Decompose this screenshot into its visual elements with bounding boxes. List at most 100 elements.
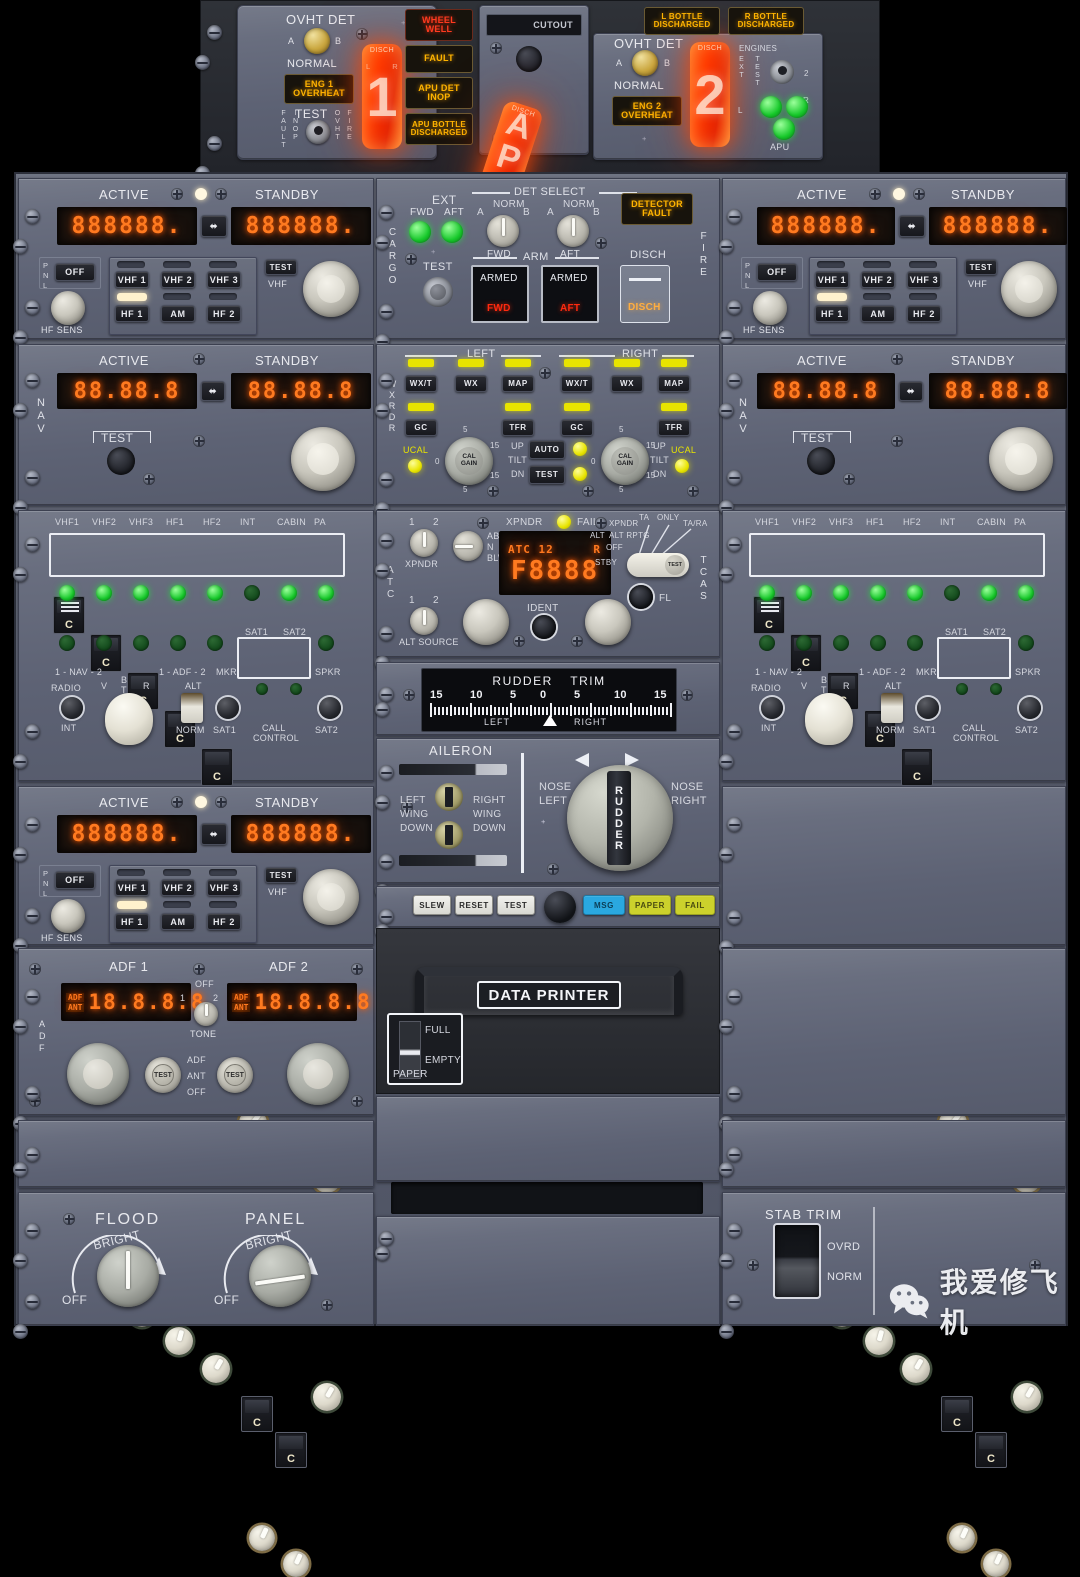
mic-selector-vhf1[interactable]: C: [753, 596, 785, 634]
aileron-trim-switch-2[interactable]: [435, 821, 463, 849]
audio-volume-knob-row2-4[interactable]: [902, 1355, 930, 1383]
vhf3-button[interactable]: VHF 3: [907, 271, 941, 288]
nav-tuning-knob-inner[interactable]: [1005, 443, 1037, 475]
wheel-well-annunciator[interactable]: WHEEL WELL: [405, 9, 473, 41]
sat2-call-light[interactable]: [319, 697, 341, 719]
adf-tone-selector[interactable]: [194, 1002, 218, 1026]
sat2-mic-selector[interactable]: C: [275, 1432, 307, 1468]
fl-button[interactable]: [629, 585, 653, 609]
vhf1-button[interactable]: VHF 1: [815, 271, 849, 288]
sat1-mic-selector[interactable]: C: [941, 1396, 973, 1432]
ext-fwd-light[interactable]: [409, 221, 431, 243]
xpndr-fail-light[interactable]: [557, 515, 571, 529]
nav-test-button[interactable]: [107, 447, 135, 475]
eng1-ovht-det-selector[interactable]: [304, 28, 330, 54]
fwd-arm-switch[interactable]: ARMED FWD: [471, 265, 529, 323]
vhf2-button[interactable]: VHF 2: [161, 271, 195, 288]
detector-fault-annunciator[interactable]: DETECTOR FAULT: [621, 193, 693, 225]
frequency-transfer-button[interactable]: ⬌: [201, 215, 227, 237]
aft-arm-switch[interactable]: ARMED AFT: [541, 265, 599, 323]
aileron-trim-switch-1[interactable]: [435, 783, 463, 811]
cal-gain-left-knob[interactable]: CAL GAIN: [445, 437, 493, 485]
printer-test-button[interactable]: TEST: [497, 895, 535, 915]
hf-sens-knob[interactable]: [51, 291, 85, 325]
mic-selector-vhf1[interactable]: C: [53, 596, 85, 634]
vhf-test-button[interactable]: TEST: [265, 867, 297, 883]
disch-switch-guard[interactable]: DISCH: [620, 265, 670, 323]
bottle-l-light[interactable]: [760, 96, 782, 118]
map-right-button[interactable]: MAP: [658, 375, 690, 392]
eng2-ovht-det-selector[interactable]: [632, 50, 658, 76]
engine-2-fire-handle[interactable]: DISCH 2: [690, 42, 730, 147]
bottle-r-light[interactable]: [786, 96, 808, 118]
boom-mask-selector[interactable]: [805, 693, 853, 745]
vhf1-button[interactable]: VHF 1: [115, 879, 149, 896]
sat2-call-light[interactable]: [1019, 697, 1041, 719]
tfr-left-button[interactable]: TFR: [502, 419, 534, 436]
nav-test-button[interactable]: [807, 447, 835, 475]
ext-aft-light[interactable]: [441, 221, 463, 243]
nav-tuning-knob-inner[interactable]: [307, 443, 339, 475]
sat1-call-light[interactable]: [917, 697, 939, 719]
printer-msg-light[interactable]: MSG: [583, 895, 625, 915]
mic-selector-hf2[interactable]: C: [901, 748, 933, 786]
sat1-mic-selector[interactable]: C: [241, 1396, 273, 1432]
hf2-button[interactable]: HF 2: [207, 913, 241, 930]
wx-test-button[interactable]: TEST: [529, 465, 565, 484]
adf1-mode-selector[interactable]: TEST: [145, 1057, 181, 1093]
adf2-mode-selector[interactable]: TEST: [217, 1057, 253, 1093]
fault-annunciator[interactable]: FAULT: [405, 45, 473, 73]
alt-norm-switch[interactable]: [881, 693, 903, 723]
apu-cutout-annunciator[interactable]: CUTOUT: [486, 14, 582, 36]
apu-det-selector[interactable]: [516, 46, 542, 72]
call-control-knob-1[interactable]: [949, 1525, 975, 1551]
alt-norm-switch[interactable]: [181, 693, 203, 723]
hf2-button[interactable]: HF 2: [207, 305, 241, 322]
ident-button[interactable]: [532, 615, 556, 639]
audio-volume-knob-spkr[interactable]: [313, 1383, 341, 1411]
map-left-button[interactable]: MAP: [502, 375, 534, 392]
aft-det-select-knob[interactable]: [557, 215, 589, 247]
frequency-transfer-button[interactable]: ⬌: [899, 215, 925, 237]
sat2-mic-selector[interactable]: C: [975, 1432, 1007, 1468]
call-control-knob-2[interactable]: [983, 1551, 1009, 1577]
l-bottle-discharged-annunciator[interactable]: L BOTTLE DISCHARGED: [644, 7, 720, 35]
vhf3-button[interactable]: VHF 3: [207, 879, 241, 896]
adf2-test-button[interactable]: TEST: [224, 1064, 246, 1086]
vhf-tuning-knob-inner[interactable]: [317, 275, 345, 303]
rudder-trim-knob[interactable]: RUDDER: [567, 765, 673, 871]
tfr-right-button[interactable]: TFR: [658, 419, 690, 436]
gc-left-button[interactable]: GC: [405, 419, 437, 436]
fwd-det-select-knob[interactable]: [487, 215, 519, 247]
hf1-button[interactable]: HF 1: [815, 305, 849, 322]
printer-fail-light[interactable]: FAIL: [675, 895, 715, 915]
call-control-knob-2[interactable]: [283, 1551, 309, 1577]
hf1-button[interactable]: HF 1: [115, 913, 149, 930]
nav-transfer-button[interactable]: ⬌: [201, 381, 225, 401]
wxt-right-button[interactable]: WX/T: [561, 375, 593, 392]
printer-paper-light[interactable]: PAPER: [629, 895, 671, 915]
printer-feed-knob[interactable]: [544, 891, 576, 923]
vhf2-button[interactable]: VHF 2: [861, 271, 895, 288]
gc-right-button[interactable]: GC: [561, 419, 593, 436]
wx-left-button[interactable]: WX: [455, 375, 487, 392]
flood-light-knob[interactable]: [97, 1245, 159, 1307]
eng2-overheat-annunciator[interactable]: ENG 2 OVERHEAT: [612, 96, 682, 126]
sat1-call-light[interactable]: [217, 697, 239, 719]
transponder-right-knob[interactable]: [585, 599, 631, 645]
wx-auto-button[interactable]: AUTO: [529, 440, 565, 459]
hf-sens-knob[interactable]: [753, 291, 787, 325]
hf1-button[interactable]: HF 1: [115, 305, 149, 322]
hf2-button[interactable]: HF 2: [907, 305, 941, 322]
apu-det-inop-annunciator[interactable]: APU DET INOP: [405, 77, 473, 109]
vhf-test-button[interactable]: TEST: [265, 259, 297, 275]
am-button[interactable]: AM: [861, 305, 895, 322]
transponder-left-knob[interactable]: [463, 599, 509, 645]
r-bottle-discharged-annunciator[interactable]: R BOTTLE DISCHARGED: [728, 7, 804, 35]
printer-slew-button[interactable]: SLEW: [413, 895, 451, 915]
tcas-mode-selector-cap[interactable]: TEST: [665, 555, 685, 575]
radio-int-switch[interactable]: [61, 697, 83, 719]
wx-right-button[interactable]: WX: [611, 375, 643, 392]
call-control-knob-1[interactable]: [249, 1525, 275, 1551]
audio-volume-knob-row2-3[interactable]: [165, 1327, 193, 1355]
